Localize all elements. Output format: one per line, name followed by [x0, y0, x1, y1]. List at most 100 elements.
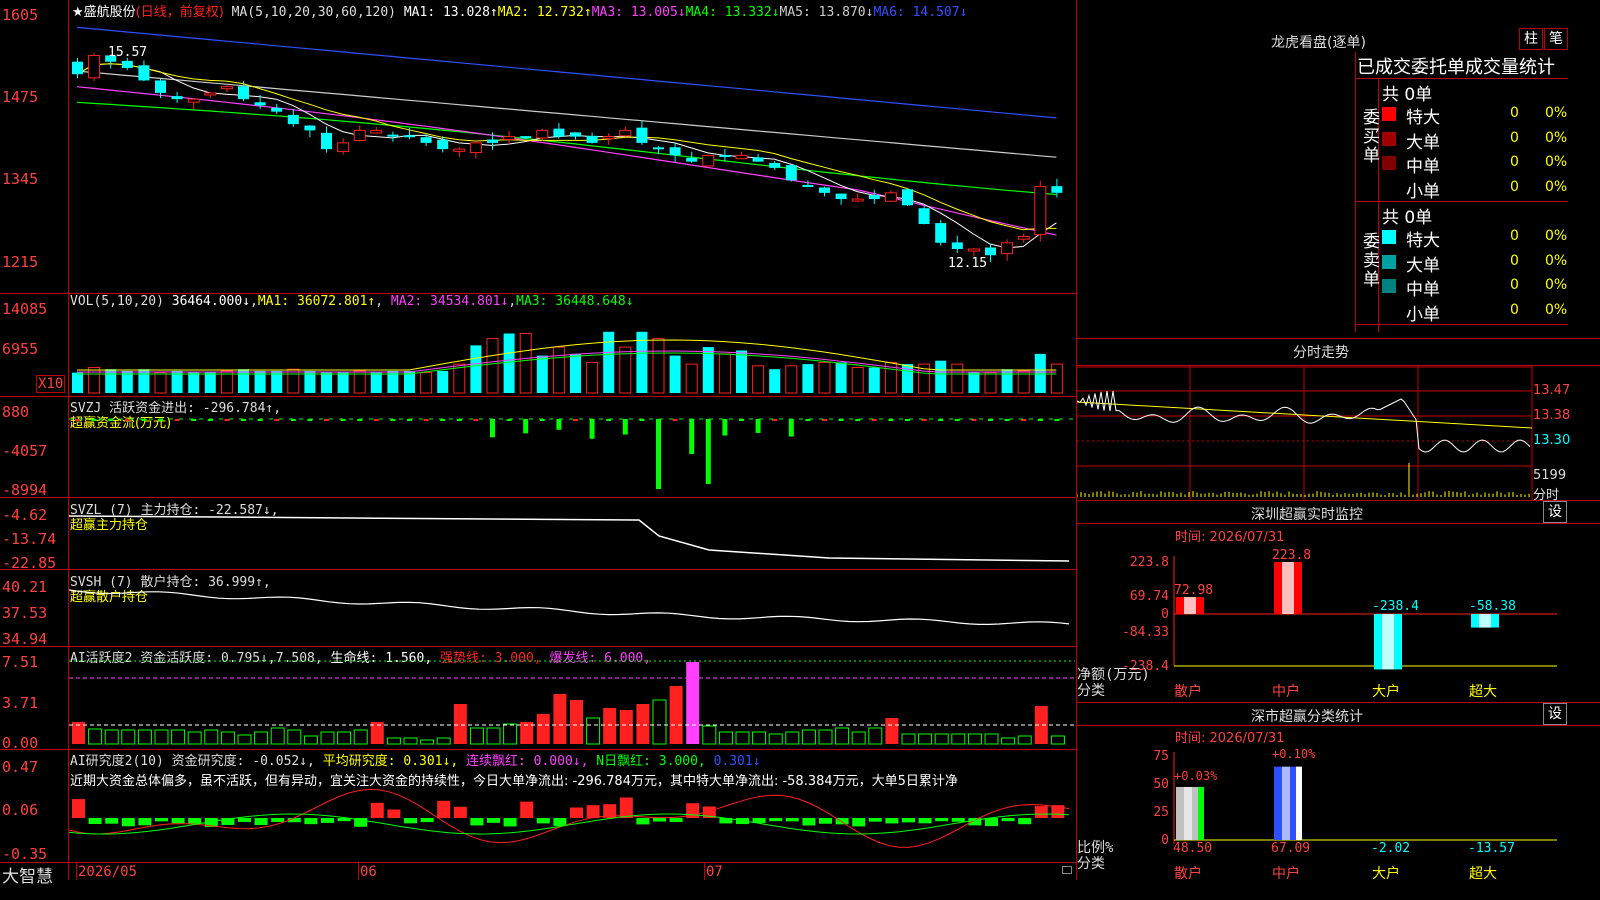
sell-row-pct-1: 0%: [1545, 252, 1568, 269]
ai-research-bar: [1018, 818, 1032, 825]
ai-research-bar: [570, 807, 583, 818]
candle-body: [918, 208, 930, 225]
volume-ma-line-2: [77, 350, 1057, 373]
candle-body: [204, 92, 217, 96]
tick-jun: [358, 862, 359, 880]
ai-active-bar: [603, 708, 617, 744]
monitor-axis-unit: 净额(万元): [1077, 667, 1150, 683]
svzj-ytick-0: 880: [2, 403, 30, 421]
buy-swatch-2: [1382, 156, 1396, 170]
ai-active-bar: [204, 729, 219, 745]
svzj-bar: [705, 419, 711, 484]
volume-bar: [802, 364, 814, 393]
monitor-cat-1: 中户: [1272, 683, 1300, 700]
candle-body: [254, 102, 266, 106]
tick-mode-button[interactable]: 笔: [1544, 28, 1568, 50]
volume-bar: [818, 361, 831, 394]
ai-active-bar: [901, 733, 916, 745]
monitor-bar-value-1: 223.8: [1272, 548, 1311, 563]
ai-research-bar: [453, 806, 467, 818]
intraday-title: 分时走势: [1293, 345, 1349, 361]
monitor-cat-2: 大户: [1372, 683, 1400, 700]
monitor-ytick-2: 0: [1161, 607, 1169, 622]
intraday-chart[interactable]: [1077, 366, 1600, 500]
volume-bar: [188, 372, 200, 393]
monitor-settings-button[interactable]: 设: [1543, 501, 1567, 523]
ai-active-bar: [818, 729, 833, 745]
ai-research-bar: [951, 818, 965, 822]
ai-active-bar: [1001, 737, 1016, 745]
date-label-jul: 07: [706, 864, 723, 880]
svzj-chart[interactable]: [69, 397, 1075, 497]
svzj-bar: [722, 419, 728, 436]
classify-chart[interactable]: 75 50 25 0 48.50 散户 67.09 中户 -2.02 大户 -13.57 超大 +0.0…: [1077, 744, 1600, 900]
ai-research-bar: [520, 801, 534, 818]
volume-bar: [154, 372, 167, 394]
sell-swatch-3: [1382, 303, 1396, 318]
ai-active-bar: [503, 723, 518, 745]
buy-row-pct-2: 0%: [1545, 154, 1568, 170]
classify-settings-button[interactable]: 设: [1543, 703, 1567, 725]
ai-research-bar: [868, 818, 882, 822]
ai-active-chart[interactable]: [69, 647, 1075, 749]
ai-research-bar: [802, 818, 816, 826]
ai-active-bar: [254, 731, 269, 745]
ai-research-chart[interactable]: [69, 785, 1075, 862]
classify-top-label-1: +0.10%: [1272, 747, 1316, 761]
candle-body: [171, 96, 183, 100]
candle-body: [619, 129, 632, 137]
ai-research-bar: [370, 802, 384, 818]
candle-body: [238, 86, 249, 100]
classify-title: 深市超赢分类统计: [1251, 709, 1363, 725]
volume-bar: [138, 369, 150, 393]
ai-active-bar: [652, 699, 667, 745]
monitor-ytick-3: -84.33: [1122, 625, 1169, 640]
ai-active-bar: [270, 727, 285, 745]
candle-body: [387, 134, 399, 137]
svzl-ytick-2: -22.85: [2, 554, 57, 572]
ai-active-bar: [453, 704, 467, 744]
volume-bar: [868, 367, 880, 393]
candle-body: [487, 139, 498, 143]
svsh-chart[interactable]: [69, 570, 1075, 646]
volume-bar: [204, 372, 216, 393]
main-ytick-1: 1475: [2, 88, 39, 106]
sell-row-name-3: 小单: [1406, 304, 1440, 325]
vol-ma1: MA1: 36072.801↑: [257, 294, 376, 309]
sell-swatch-2: [1382, 279, 1396, 293]
candle-body: [735, 154, 748, 160]
ai-active-bar: [121, 729, 136, 745]
volume-bar: [652, 338, 665, 394]
monitor-bar-shine-2: [1382, 614, 1394, 670]
classify-bar-edge-0: [1198, 786, 1204, 840]
volume-bar: [503, 333, 515, 393]
ai-research-bar: [321, 818, 334, 823]
volume-bar: [851, 367, 864, 394]
volume-bar: [718, 353, 731, 394]
candle-body: [702, 154, 715, 167]
ai-active-bar: [137, 729, 152, 745]
ai-active-bar: [918, 733, 933, 745]
candlestick-chart[interactable]: [69, 18, 1075, 292]
ai-research-bar: [121, 818, 135, 827]
bar-mode-button[interactable]: 柱: [1519, 28, 1543, 50]
ai-active-ytick-2: 0.00: [2, 734, 39, 752]
volume-chart[interactable]: [69, 308, 1075, 396]
candle-body: [884, 192, 897, 202]
ma-line-4: [76, 86, 1057, 236]
ai-active-bar: [154, 729, 169, 745]
ai-research-b: 平均研究度: 0.301↓,: [322, 754, 459, 769]
buy-row-name-3: 小单: [1406, 181, 1440, 202]
ai-active-bar: [752, 731, 767, 745]
svzl-ytick-0: -4.62: [2, 506, 48, 524]
svzl-chart[interactable]: [69, 498, 1075, 569]
monitor-bar-shine-3: [1479, 614, 1491, 628]
svzj-bar: [1004, 419, 1010, 421]
ai-research-ytick-0: 0.47: [2, 758, 39, 776]
ai-active-bar: [320, 731, 335, 745]
volume-bar: [238, 369, 249, 393]
volume-bar: [1034, 353, 1046, 393]
ai-research-e: 0.301↓: [713, 754, 761, 769]
ai-active-bar: [619, 710, 633, 744]
monitor-chart[interactable]: 223.869.740-84.33-238.472.98散户223.8中户-23…: [1077, 542, 1600, 702]
